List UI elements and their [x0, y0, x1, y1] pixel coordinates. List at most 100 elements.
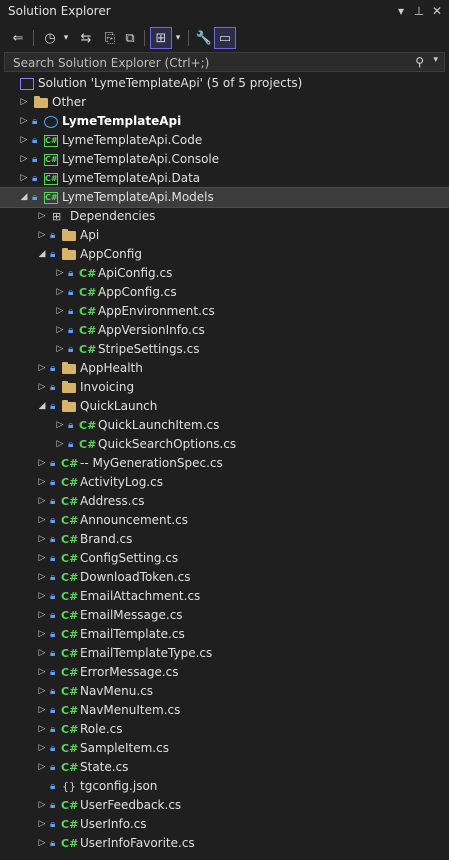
collapsed-arrow-icon[interactable]: ▷ [36, 359, 48, 378]
chevron-down-icon[interactable]: ▾ [393, 3, 409, 19]
vs-sync-icon[interactable]: ⇐ [8, 27, 28, 49]
tree-item[interactable]: ▷ 🔒︎ C# State.cs [0, 758, 449, 777]
chevron-down-icon[interactable]: ▾ [433, 55, 438, 65]
tree-item[interactable]: Solution 'LymeTemplateApi' (5 of 5 proje… [0, 74, 449, 93]
tree-item[interactable]: ▷ 🔒︎ C# ApiConfig.cs [0, 264, 449, 283]
tree-item[interactable]: ▷ 🔒︎ C# NavMenuItem.cs [0, 701, 449, 720]
collapsed-arrow-icon[interactable]: ▷ [54, 302, 66, 321]
collapsed-arrow-icon[interactable]: ▷ [54, 435, 66, 454]
tree-item[interactable]: ▷ 🔒︎ AppHealth [0, 359, 449, 378]
history-icon[interactable]: ◷ [40, 27, 60, 49]
collapse-all-icon[interactable]: ⧉ [120, 27, 140, 49]
collapsed-arrow-icon[interactable]: ▷ [36, 511, 48, 530]
sync-arrows-icon[interactable]: ⇆ [76, 27, 96, 49]
collapsed-arrow-icon[interactable]: ▷ [36, 720, 48, 739]
collapsed-arrow-icon[interactable]: ▷ [18, 112, 30, 131]
collapsed-arrow-icon[interactable]: ▷ [36, 568, 48, 587]
tree-item[interactable]: ▷ 🔒︎ Invoicing [0, 378, 449, 397]
tree-item[interactable]: ▷ ⊞ Dependencies [0, 207, 449, 226]
collapsed-arrow-icon[interactable]: ▷ [36, 834, 48, 853]
collapsed-arrow-icon[interactable]: ▷ [36, 207, 48, 226]
collapsed-arrow-icon[interactable]: ▷ [36, 378, 48, 397]
expanded-arrow-icon[interactable]: ◢ [18, 188, 30, 207]
collapsed-arrow-icon[interactable]: ▷ [36, 682, 48, 701]
tree-item[interactable]: ▷ 🔒︎ C# -- MyGenerationSpec.cs [0, 454, 449, 473]
tree-item[interactable]: ▷ 🔒︎ C# ErrorMessage.cs [0, 663, 449, 682]
tree-item-label: Announcement.cs [80, 513, 188, 527]
files-icon[interactable]: ⎘ [100, 27, 120, 49]
collapsed-arrow-icon[interactable]: ▷ [36, 701, 48, 720]
lock-icon: 🔒︎ [50, 515, 56, 526]
collapsed-arrow-icon[interactable]: ▷ [18, 131, 30, 150]
tree-item[interactable]: ▷ 🔒︎ C# LymeTemplateApi.Data [0, 169, 449, 188]
tree-item[interactable]: ▷ 🔒︎ C# Address.cs [0, 492, 449, 511]
tree-item[interactable]: ▷ 🔒︎ C# QuickLaunchItem.cs [0, 416, 449, 435]
collapsed-arrow-icon[interactable]: ▷ [54, 283, 66, 302]
expanded-arrow-icon[interactable]: ◢ [36, 245, 48, 264]
tree-item[interactable]: ▷ 🔒︎ C# UserInfo.cs [0, 815, 449, 834]
tree-item[interactable]: ▷ 🔒︎ C# ActivityLog.cs [0, 473, 449, 492]
tree-item[interactable]: ▷ 🔒︎ C# DownloadToken.cs [0, 568, 449, 587]
search-box[interactable]: ⚲ ▾ [4, 52, 445, 72]
show-all-files-icon[interactable]: ⊞ [150, 27, 172, 49]
lock-icon: 🔒︎ [32, 192, 38, 203]
tree-item[interactable]: ▷ 🔒︎ C# UserFeedback.cs [0, 796, 449, 815]
collapsed-arrow-icon[interactable]: ▷ [36, 739, 48, 758]
collapsed-arrow-icon[interactable]: ▷ [36, 758, 48, 777]
chevron-down-icon[interactable]: ▾ [172, 27, 184, 49]
collapsed-arrow-icon[interactable]: ▷ [36, 625, 48, 644]
tree-item[interactable]: ▷ 🔒︎ C# SampleItem.cs [0, 739, 449, 758]
collapsed-arrow-icon[interactable]: ▷ [36, 473, 48, 492]
collapsed-arrow-icon[interactable]: ▷ [54, 416, 66, 435]
tree-item[interactable]: 🔒︎ {} tgconfig.json [0, 777, 449, 796]
tree-item[interactable]: ▷ 🔒︎ C# UserInfoFavorite.cs [0, 834, 449, 853]
collapsed-arrow-icon[interactable]: ▷ [36, 226, 48, 245]
tree-item[interactable]: ◢ 🔒︎ QuickLaunch [0, 397, 449, 416]
tree-item[interactable]: ◢ 🔒︎ AppConfig [0, 245, 449, 264]
collapsed-arrow-icon[interactable]: ▷ [36, 587, 48, 606]
collapsed-arrow-icon[interactable]: ▷ [54, 340, 66, 359]
collapsed-arrow-icon[interactable]: ▷ [18, 150, 30, 169]
collapsed-arrow-icon[interactable]: ▷ [54, 321, 66, 340]
search-icon[interactable]: ⚲ [415, 55, 424, 69]
tree-item[interactable]: ◢ 🔒︎ C# LymeTemplateApi.Models [0, 187, 449, 208]
tree-item[interactable]: ▷ 🔒︎ C# EmailTemplateType.cs [0, 644, 449, 663]
tree-item[interactable]: ▷ 🔒︎ C# StripeSettings.cs [0, 340, 449, 359]
tree-item[interactable]: ▷ 🔒︎ C# ConfigSetting.cs [0, 549, 449, 568]
preview-icon[interactable]: ▭ [214, 27, 236, 49]
tree-item[interactable]: ▷ 🔒︎ C# Role.cs [0, 720, 449, 739]
search-input[interactable] [11, 54, 405, 72]
tree-item[interactable]: ▷ 🔒︎ LymeTemplateApi [0, 112, 449, 131]
tree-item[interactable]: ▷ 🔒︎ C# NavMenu.cs [0, 682, 449, 701]
close-icon[interactable]: ✕ [429, 3, 445, 19]
tree-item[interactable]: ▷ 🔒︎ C# AppEnvironment.cs [0, 302, 449, 321]
chevron-down-icon[interactable]: ▾ [60, 27, 72, 49]
tree-item[interactable]: ▷ 🔒︎ C# AppConfig.cs [0, 283, 449, 302]
tree-item[interactable]: ▷ 🔒︎ Api [0, 226, 449, 245]
collapsed-arrow-icon[interactable]: ▷ [54, 264, 66, 283]
collapsed-arrow-icon[interactable]: ▷ [36, 606, 48, 625]
tree-item[interactable]: ▷ Other [0, 93, 449, 112]
collapsed-arrow-icon[interactable]: ▷ [36, 644, 48, 663]
collapsed-arrow-icon[interactable]: ▷ [18, 169, 30, 188]
collapsed-arrow-icon[interactable]: ▷ [36, 663, 48, 682]
tree-item[interactable]: ▷ 🔒︎ C# EmailMessage.cs [0, 606, 449, 625]
tree-item[interactable]: ▷ 🔒︎ C# Brand.cs [0, 530, 449, 549]
collapsed-arrow-icon[interactable]: ▷ [36, 796, 48, 815]
pin-icon[interactable]: ⊥ [411, 3, 427, 19]
tree-item[interactable]: ▷ 🔒︎ C# EmailAttachment.cs [0, 587, 449, 606]
collapsed-arrow-icon[interactable]: ▷ [36, 530, 48, 549]
collapsed-arrow-icon[interactable]: ▷ [18, 93, 30, 112]
tree-item[interactable]: ▷ 🔒︎ C# LymeTemplateApi.Console [0, 150, 449, 169]
wrench-icon[interactable]: 🔧 [194, 27, 214, 49]
tree-item[interactable]: ▷ 🔒︎ C# Announcement.cs [0, 511, 449, 530]
tree-item[interactable]: ▷ 🔒︎ C# EmailTemplate.cs [0, 625, 449, 644]
tree-item[interactable]: ▷ 🔒︎ C# QuickSearchOptions.cs [0, 435, 449, 454]
tree-item[interactable]: ▷ 🔒︎ C# LymeTemplateApi.Code [0, 131, 449, 150]
collapsed-arrow-icon[interactable]: ▷ [36, 454, 48, 473]
collapsed-arrow-icon[interactable]: ▷ [36, 815, 48, 834]
collapsed-arrow-icon[interactable]: ▷ [36, 549, 48, 568]
collapsed-arrow-icon[interactable]: ▷ [36, 492, 48, 511]
expanded-arrow-icon[interactable]: ◢ [36, 397, 48, 416]
tree-item[interactable]: ▷ 🔒︎ C# AppVersionInfo.cs [0, 321, 449, 340]
